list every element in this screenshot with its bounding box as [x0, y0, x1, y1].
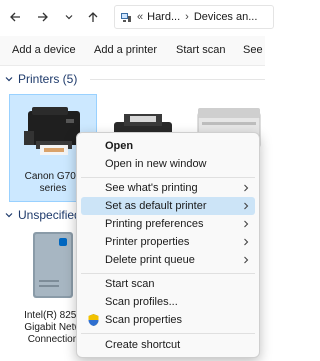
unspecified-group-label: Unspecified — [18, 208, 81, 222]
up-button[interactable] — [82, 6, 104, 28]
see-whats-printing-button[interactable]: See w — [243, 44, 265, 56]
add-printer-button[interactable]: Add a printer — [94, 44, 157, 56]
printers-group-header[interactable]: Printers (5) — [4, 72, 77, 86]
breadcrumb-hardware[interactable]: Hard... — [147, 11, 180, 23]
chevron-down-icon — [5, 77, 13, 82]
recent-locations-button[interactable] — [58, 6, 80, 28]
computer-tower-icon — [33, 232, 73, 298]
menu-item-delete-print-queue[interactable]: Delete print queue — [81, 251, 255, 269]
address-overflow[interactable]: « — [137, 11, 143, 23]
arrow-left-icon — [10, 12, 20, 22]
chevron-right-icon — [244, 220, 249, 228]
menu-separator — [81, 177, 255, 178]
arrow-up-icon — [88, 12, 98, 22]
printers-group-label: Printers (5) — [18, 72, 78, 86]
uac-shield-icon — [88, 314, 99, 326]
menu-item-see-whats-printing[interactable]: See what's printing — [81, 179, 255, 197]
chevron-right-icon — [244, 184, 249, 192]
menu-separator — [81, 273, 255, 274]
devices-printers-icon — [121, 13, 131, 22]
chevron-right-icon: › — [185, 11, 189, 23]
menu-separator — [81, 333, 255, 334]
menu-item-start-scan[interactable]: Start scan — [81, 275, 255, 293]
unspecified-group-header[interactable]: Unspecified — [4, 208, 81, 222]
context-menu: Open Open in new window See what's print… — [76, 132, 260, 358]
back-button[interactable] — [4, 6, 26, 28]
chevron-right-icon — [244, 202, 249, 210]
menu-item-set-default-printer[interactable]: Set as default printer — [81, 197, 255, 215]
menu-item-create-shortcut[interactable]: Create shortcut — [81, 336, 255, 354]
menu-item-scan-properties[interactable]: Scan properties — [81, 311, 255, 329]
address-bar[interactable]: « Hard... › Devices an... — [114, 5, 274, 29]
breadcrumb-devices[interactable]: Devices an... — [194, 11, 258, 23]
group-divider — [90, 79, 265, 80]
menu-item-scan-profiles[interactable]: Scan profiles... — [81, 293, 255, 311]
command-bar: Add a device Add a printer Start scan Se… — [0, 36, 265, 66]
menu-item-open[interactable]: Open — [81, 137, 255, 155]
chevron-right-icon — [244, 256, 249, 264]
add-device-button[interactable]: Add a device — [12, 44, 76, 56]
menu-item-printing-preferences[interactable]: Printing preferences — [81, 215, 255, 233]
start-scan-button[interactable]: Start scan — [176, 44, 226, 56]
arrow-right-icon — [38, 12, 48, 22]
chevron-down-icon — [5, 213, 13, 218]
forward-button[interactable] — [32, 6, 54, 28]
menu-item-open-new-window[interactable]: Open in new window — [81, 155, 255, 173]
chevron-down-icon — [65, 15, 73, 20]
menu-item-printer-properties[interactable]: Printer properties — [81, 233, 255, 251]
navigation-bar: « Hard... › Devices an... — [0, 0, 274, 36]
chevron-right-icon — [244, 238, 249, 246]
